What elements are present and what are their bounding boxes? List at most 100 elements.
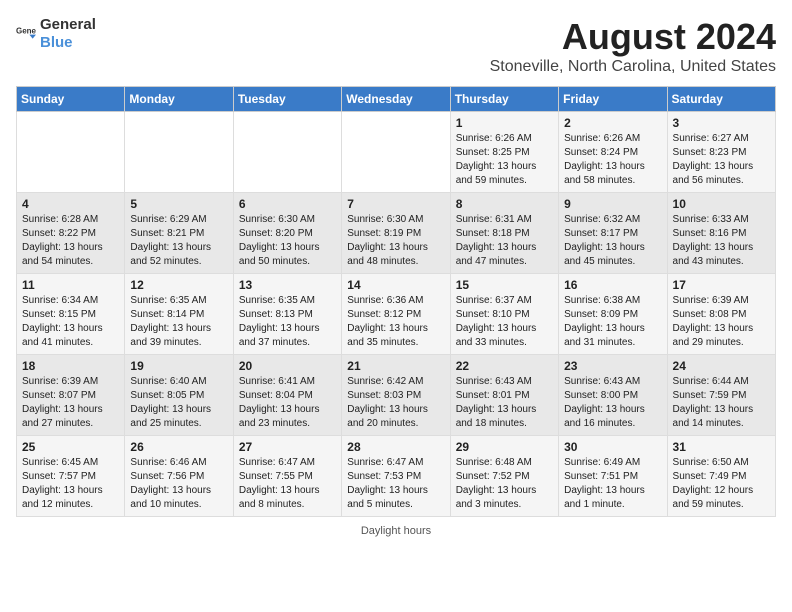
day-info: Sunrise: 6:43 AMSunset: 8:01 PMDaylight:… [456,376,537,429]
day-info: Sunrise: 6:42 AMSunset: 8:03 PMDaylight:… [347,376,428,429]
week-row-5: 25 Sunrise: 6:45 AMSunset: 7:57 PMDaylig… [17,436,776,517]
day-info: Sunrise: 6:41 AMSunset: 8:04 PMDaylight:… [239,376,320,429]
day-cell: 4 Sunrise: 6:28 AMSunset: 8:22 PMDayligh… [17,193,125,274]
day-info: Sunrise: 6:48 AMSunset: 7:52 PMDaylight:… [456,457,537,510]
day-number: 6 [239,197,336,211]
day-info: Sunrise: 6:27 AMSunset: 8:23 PMDaylight:… [673,133,754,186]
day-number: 7 [347,197,444,211]
day-info: Sunrise: 6:43 AMSunset: 8:00 PMDaylight:… [564,376,645,429]
calendar-table: SundayMondayTuesdayWednesdayThursdayFrid… [16,86,776,517]
day-cell: 11 Sunrise: 6:34 AMSunset: 8:15 PMDaylig… [17,274,125,355]
footer-note: Daylight hours [16,525,776,537]
day-number: 13 [239,278,336,292]
day-cell: 1 Sunrise: 6:26 AMSunset: 8:25 PMDayligh… [450,112,558,193]
day-cell: 3 Sunrise: 6:27 AMSunset: 8:23 PMDayligh… [667,112,775,193]
day-number: 8 [456,197,553,211]
day-cell: 2 Sunrise: 6:26 AMSunset: 8:24 PMDayligh… [559,112,667,193]
day-number: 2 [564,116,661,130]
col-header-thursday: Thursday [450,87,558,112]
day-cell: 5 Sunrise: 6:29 AMSunset: 8:21 PMDayligh… [125,193,233,274]
day-info: Sunrise: 6:49 AMSunset: 7:51 PMDaylight:… [564,457,645,510]
day-number: 1 [456,116,553,130]
day-info: Sunrise: 6:36 AMSunset: 8:12 PMDaylight:… [347,295,428,348]
day-cell: 14 Sunrise: 6:36 AMSunset: 8:12 PMDaylig… [342,274,450,355]
day-info: Sunrise: 6:39 AMSunset: 8:07 PMDaylight:… [22,376,103,429]
col-header-friday: Friday [559,87,667,112]
day-cell: 10 Sunrise: 6:33 AMSunset: 8:16 PMDaylig… [667,193,775,274]
day-info: Sunrise: 6:33 AMSunset: 8:16 PMDaylight:… [673,214,754,267]
day-number: 25 [22,440,119,454]
day-info: Sunrise: 6:47 AMSunset: 7:55 PMDaylight:… [239,457,320,510]
day-cell: 31 Sunrise: 6:50 AMSunset: 7:49 PMDaylig… [667,436,775,517]
day-number: 18 [22,359,119,373]
logo: General General Blue [16,16,96,52]
main-title: August 2024 [490,16,776,58]
day-cell: 15 Sunrise: 6:37 AMSunset: 8:10 PMDaylig… [450,274,558,355]
day-cell: 19 Sunrise: 6:40 AMSunset: 8:05 PMDaylig… [125,355,233,436]
day-number: 14 [347,278,444,292]
day-cell: 28 Sunrise: 6:47 AMSunset: 7:53 PMDaylig… [342,436,450,517]
day-cell: 22 Sunrise: 6:43 AMSunset: 8:01 PMDaylig… [450,355,558,436]
day-number: 4 [22,197,119,211]
day-cell: 27 Sunrise: 6:47 AMSunset: 7:55 PMDaylig… [233,436,341,517]
day-info: Sunrise: 6:44 AMSunset: 7:59 PMDaylight:… [673,376,754,429]
day-info: Sunrise: 6:35 AMSunset: 8:14 PMDaylight:… [130,295,211,348]
day-cell: 20 Sunrise: 6:41 AMSunset: 8:04 PMDaylig… [233,355,341,436]
day-cell: 26 Sunrise: 6:46 AMSunset: 7:56 PMDaylig… [125,436,233,517]
day-number: 17 [673,278,770,292]
day-number: 3 [673,116,770,130]
logo-blue: Blue [40,34,73,51]
day-cell: 8 Sunrise: 6:31 AMSunset: 8:18 PMDayligh… [450,193,558,274]
day-number: 5 [130,197,227,211]
week-row-4: 18 Sunrise: 6:39 AMSunset: 8:07 PMDaylig… [17,355,776,436]
day-info: Sunrise: 6:38 AMSunset: 8:09 PMDaylight:… [564,295,645,348]
day-cell [342,112,450,193]
day-number: 24 [673,359,770,373]
day-info: Sunrise: 6:37 AMSunset: 8:10 PMDaylight:… [456,295,537,348]
day-cell: 23 Sunrise: 6:43 AMSunset: 8:00 PMDaylig… [559,355,667,436]
day-cell: 29 Sunrise: 6:48 AMSunset: 7:52 PMDaylig… [450,436,558,517]
day-info: Sunrise: 6:31 AMSunset: 8:18 PMDaylight:… [456,214,537,267]
logo-icon: General [16,24,36,44]
week-row-1: 1 Sunrise: 6:26 AMSunset: 8:25 PMDayligh… [17,112,776,193]
day-info: Sunrise: 6:47 AMSunset: 7:53 PMDaylight:… [347,457,428,510]
day-info: Sunrise: 6:45 AMSunset: 7:57 PMDaylight:… [22,457,103,510]
day-cell: 30 Sunrise: 6:49 AMSunset: 7:51 PMDaylig… [559,436,667,517]
day-info: Sunrise: 6:40 AMSunset: 8:05 PMDaylight:… [130,376,211,429]
day-cell [125,112,233,193]
day-number: 19 [130,359,227,373]
day-info: Sunrise: 6:26 AMSunset: 8:24 PMDaylight:… [564,133,645,186]
day-cell: 6 Sunrise: 6:30 AMSunset: 8:20 PMDayligh… [233,193,341,274]
day-number: 9 [564,197,661,211]
day-cell: 21 Sunrise: 6:42 AMSunset: 8:03 PMDaylig… [342,355,450,436]
day-number: 11 [22,278,119,292]
day-number: 10 [673,197,770,211]
day-info: Sunrise: 6:28 AMSunset: 8:22 PMDaylight:… [22,214,103,267]
day-cell: 7 Sunrise: 6:30 AMSunset: 8:19 PMDayligh… [342,193,450,274]
day-info: Sunrise: 6:35 AMSunset: 8:13 PMDaylight:… [239,295,320,348]
week-row-2: 4 Sunrise: 6:28 AMSunset: 8:22 PMDayligh… [17,193,776,274]
day-cell: 16 Sunrise: 6:38 AMSunset: 8:09 PMDaylig… [559,274,667,355]
title-section: August 2024 Stoneville, North Carolina, … [490,16,776,76]
day-cell: 25 Sunrise: 6:45 AMSunset: 7:57 PMDaylig… [17,436,125,517]
header-row: SundayMondayTuesdayWednesdayThursdayFrid… [17,87,776,112]
day-cell: 17 Sunrise: 6:39 AMSunset: 8:08 PMDaylig… [667,274,775,355]
day-number: 15 [456,278,553,292]
day-number: 26 [130,440,227,454]
day-info: Sunrise: 6:50 AMSunset: 7:49 PMDaylight:… [673,457,754,510]
day-info: Sunrise: 6:30 AMSunset: 8:20 PMDaylight:… [239,214,320,267]
week-row-3: 11 Sunrise: 6:34 AMSunset: 8:15 PMDaylig… [17,274,776,355]
day-cell: 18 Sunrise: 6:39 AMSunset: 8:07 PMDaylig… [17,355,125,436]
day-number: 12 [130,278,227,292]
day-number: 29 [456,440,553,454]
day-number: 23 [564,359,661,373]
day-number: 30 [564,440,661,454]
day-number: 27 [239,440,336,454]
col-header-wednesday: Wednesday [342,87,450,112]
col-header-tuesday: Tuesday [233,87,341,112]
subtitle: Stoneville, North Carolina, United State… [490,58,776,76]
day-number: 21 [347,359,444,373]
col-header-sunday: Sunday [17,87,125,112]
col-header-saturday: Saturday [667,87,775,112]
day-info: Sunrise: 6:26 AMSunset: 8:25 PMDaylight:… [456,133,537,186]
